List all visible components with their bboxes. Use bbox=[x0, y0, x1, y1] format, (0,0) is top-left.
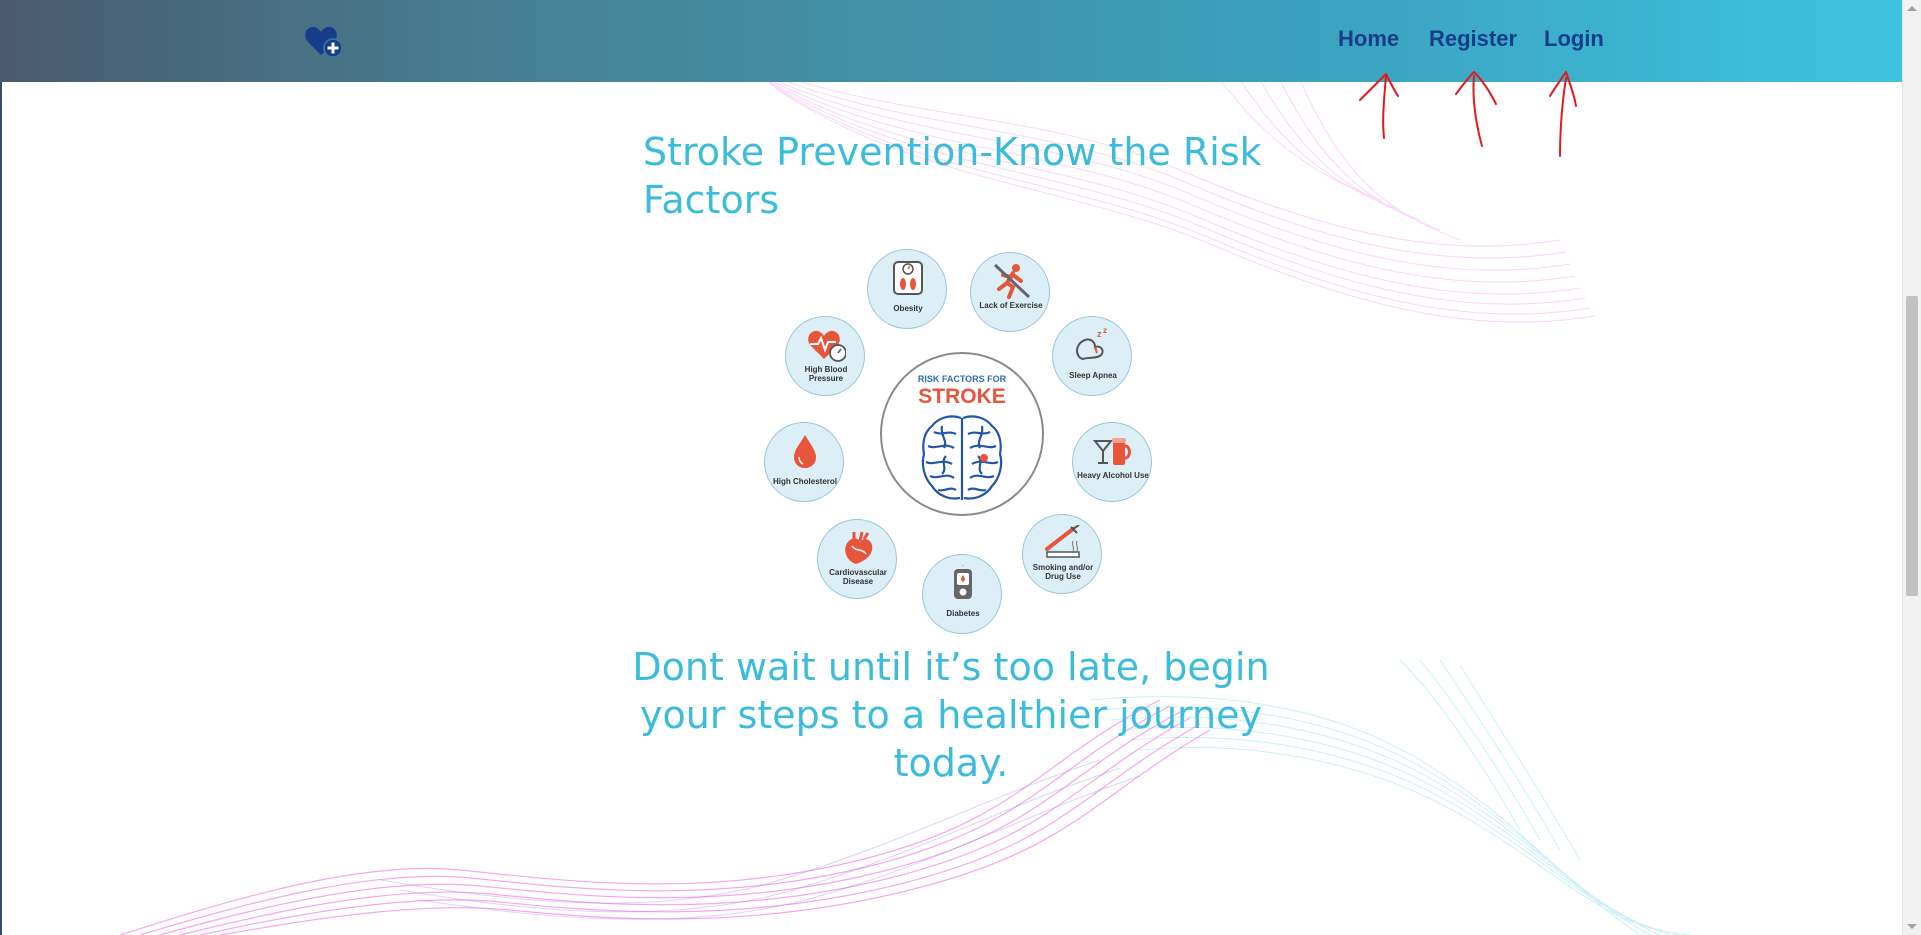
vertical-scrollbar[interactable] bbox=[1902, 0, 1921, 935]
factor-label-high-blood-pressure: High Blood Pressure bbox=[804, 365, 848, 383]
page-title: Stroke Prevention-Know the Risk Factors bbox=[643, 130, 1262, 222]
infographic-header-small: RISK FACTORS FOR bbox=[917, 374, 1007, 384]
factor-diabetes: Diabetes bbox=[922, 554, 1002, 634]
scrollbar-thumb[interactable] bbox=[1906, 296, 1918, 596]
annotation-arrow-home bbox=[1359, 73, 1399, 139]
syringe-cigarette-icon bbox=[1045, 525, 1080, 558]
factor-label-heavy-alcohol-use: Heavy Alcohol Use bbox=[1077, 471, 1149, 480]
factor-obesity: Obesity bbox=[867, 249, 947, 329]
heart-organ-icon bbox=[845, 531, 873, 564]
top-navbar: Home Register Login bbox=[0, 0, 1902, 82]
annotation-arrow-login bbox=[1549, 71, 1577, 157]
annotation-arrow-register bbox=[1455, 71, 1497, 147]
factor-high-cholesterol: High Cholesterol bbox=[764, 422, 844, 502]
factor-label-smoking-drug-use: Smoking and/or Drug Use bbox=[1032, 563, 1094, 581]
alcohol-icon bbox=[1093, 438, 1131, 465]
factor-label-high-cholesterol: High Cholesterol bbox=[772, 477, 837, 486]
factor-label-cardiovascular-disease: Cardiovascular Disease bbox=[829, 568, 887, 586]
nav-link-home[interactable]: Home bbox=[1338, 24, 1399, 54]
infographic-center: RISK FACTORS FOR STROKE bbox=[880, 352, 1044, 516]
heart-pulse-icon bbox=[808, 330, 846, 362]
factor-label-diabetes: Diabetes bbox=[946, 609, 980, 618]
nav-link-login[interactable]: Login bbox=[1544, 24, 1604, 54]
factor-sleep-apnea: z z Sleep Apnea bbox=[1052, 316, 1132, 396]
stroke-risk-infographic: RISK FACTORS FOR STROKE Obesity Lack of … bbox=[756, 244, 1166, 644]
svg-text:z: z bbox=[1097, 329, 1102, 339]
drop-icon bbox=[794, 435, 816, 468]
heart-plus-icon[interactable] bbox=[304, 24, 344, 58]
scroll-up-arrow-icon[interactable] bbox=[1907, 6, 1917, 11]
window-left-edge bbox=[0, 0, 2, 935]
factor-high-blood-pressure: High Blood Pressure bbox=[785, 316, 865, 396]
running-icon bbox=[993, 263, 1031, 299]
brain-icon bbox=[921, 415, 1003, 500]
infographic-header-big: STROKE bbox=[918, 385, 1006, 408]
glucose-meter-icon bbox=[954, 565, 972, 599]
factor-label-obesity: Obesity bbox=[893, 304, 923, 313]
factor-lack-of-exercise: Lack of Exercise bbox=[970, 252, 1050, 332]
scroll-down-arrow-icon[interactable] bbox=[1907, 924, 1917, 929]
page: Home Register Login Stroke Prevention-Kn… bbox=[0, 0, 1921, 935]
factor-label-sleep-apnea: Sleep Apnea bbox=[1069, 371, 1117, 380]
factor-label-lack-of-exercise: Lack of Exercise bbox=[979, 301, 1043, 310]
sleep-icon: z z bbox=[1076, 327, 1107, 361]
scale-icon bbox=[893, 261, 923, 295]
factor-smoking-drug-use: Smoking and/or Drug Use bbox=[1022, 514, 1102, 594]
svg-text:z: z bbox=[1103, 327, 1107, 335]
factor-cardiovascular-disease: Cardiovascular Disease bbox=[817, 519, 897, 599]
factor-heavy-alcohol-use: Heavy Alcohol Use bbox=[1072, 422, 1152, 502]
nav-link-register[interactable]: Register bbox=[1429, 24, 1517, 54]
call-to-action-tagline: Dont wait until it’s too late, begin you… bbox=[632, 645, 1270, 785]
